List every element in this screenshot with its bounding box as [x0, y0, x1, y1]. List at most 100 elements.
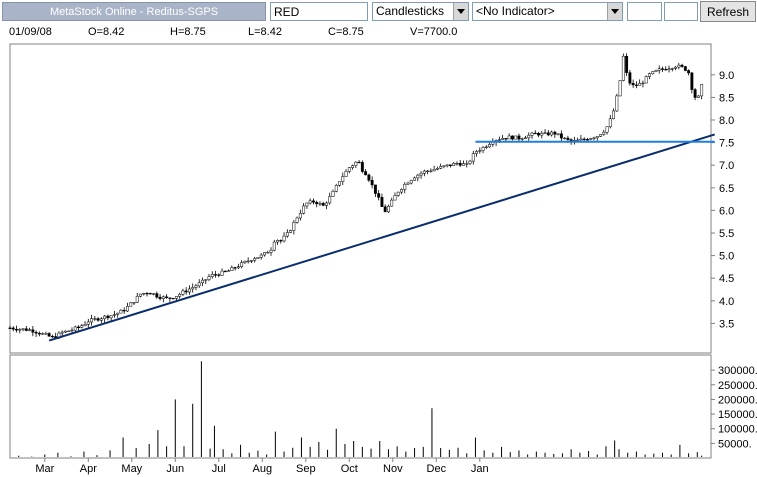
candle-body	[161, 296, 165, 299]
candle-body	[15, 328, 18, 331]
candle-body	[387, 205, 390, 213]
candle-body	[576, 139, 580, 142]
price-tick-label: 5.5	[719, 228, 734, 240]
candle-body	[28, 329, 32, 331]
candle-body	[595, 136, 599, 139]
candle-body	[426, 170, 430, 173]
candle-body	[696, 95, 700, 98]
candle-body	[680, 64, 684, 67]
price-chart: 3.5 4.0 4.5 5.0 5.5 6.0 6.5 7.0 7.5 8.0 8.5 9.0 500…	[8, 43, 757, 475]
candle-body	[648, 73, 651, 77]
candle-body	[638, 83, 642, 86]
candle-body	[338, 181, 341, 186]
price-tick-label: 4.0	[719, 296, 734, 308]
month-label: Mar	[35, 463, 54, 475]
candle-body	[442, 165, 446, 167]
candle-body	[256, 257, 260, 259]
candle-body	[537, 132, 540, 136]
candle-body	[429, 170, 433, 172]
candle-body	[11, 327, 15, 330]
candle-body	[690, 72, 694, 90]
candle-body	[194, 285, 198, 288]
candle-body	[119, 309, 123, 314]
candle-body	[566, 137, 570, 140]
candle-body	[129, 302, 133, 307]
candle-body	[152, 293, 156, 295]
candle-body	[168, 297, 172, 299]
candle-body	[302, 205, 306, 214]
candle-body	[517, 135, 521, 140]
candle-body	[501, 138, 505, 140]
candle-body	[700, 84, 704, 97]
price-tick-label: 5.0	[719, 251, 734, 263]
candle-body	[654, 70, 658, 72]
candle-body	[373, 184, 377, 194]
candle-body	[403, 184, 407, 190]
candle-body	[553, 131, 557, 135]
volume-panel: 50000. 100000. 150000. 200000. 250000. 300000…	[9, 354, 757, 459]
candle-body	[103, 315, 107, 320]
candle-body	[50, 335, 54, 338]
candle-body	[158, 296, 162, 299]
candle-body	[390, 199, 394, 207]
candle-body	[116, 312, 120, 315]
candle-body	[634, 84, 638, 86]
candle-body	[641, 82, 645, 85]
price-tick-label: 7.0	[719, 160, 734, 172]
candle-body	[155, 293, 159, 298]
candle-body	[608, 118, 612, 127]
candle-body	[165, 296, 169, 299]
volume-tick-label: 100000.	[718, 424, 757, 436]
candle-body	[455, 162, 459, 165]
candle-body	[540, 132, 544, 136]
candle-body	[432, 169, 436, 172]
volume-tick-label: 300000.	[718, 365, 757, 377]
candle-body	[174, 296, 178, 299]
candle-body	[305, 202, 309, 207]
candle-body	[64, 330, 67, 333]
candle-body	[527, 135, 531, 139]
candle-body	[60, 331, 64, 334]
candle-body	[41, 333, 45, 335]
candle-body	[233, 267, 237, 269]
candle-body	[18, 329, 22, 331]
candle-body	[550, 131, 554, 136]
candle-body	[191, 287, 195, 290]
candle-body	[259, 254, 263, 258]
candle-body	[344, 171, 348, 177]
candle-body	[468, 160, 472, 164]
candle-body	[341, 176, 345, 182]
candle-body	[380, 197, 384, 208]
candle-body	[674, 66, 677, 69]
candle-body	[416, 174, 420, 179]
candle-body	[364, 171, 368, 176]
candle-body	[210, 274, 214, 277]
candle-body	[236, 266, 240, 269]
candle-body	[396, 191, 400, 196]
candle-body	[249, 260, 253, 262]
candle-body	[592, 137, 596, 139]
candle-body	[132, 302, 136, 304]
candle-body	[628, 72, 632, 84]
candle-body	[272, 241, 276, 251]
volume-tick-label: 50000.	[718, 438, 752, 450]
candle-body	[44, 333, 48, 335]
month-label: Aug	[253, 463, 273, 475]
candle-body	[504, 138, 508, 140]
candle-body	[462, 163, 465, 166]
month-label: May	[121, 463, 142, 475]
candle-body	[253, 258, 257, 261]
candle-body	[31, 329, 35, 333]
candle-body	[383, 206, 387, 213]
candle-body	[370, 179, 374, 186]
price-panel: 3.5 4.0 4.5 5.0 5.5 6.0 6.5 7.0 7.5 8.0 8.5 9.0	[8, 43, 734, 354]
candle-body	[21, 328, 25, 330]
candle-body	[546, 132, 550, 136]
candle-body	[667, 68, 671, 71]
candle-body	[24, 328, 28, 331]
price-tick-label: 3.5	[719, 318, 734, 330]
candle-body	[471, 153, 475, 162]
month-label: Jun	[166, 463, 184, 475]
candle-body	[621, 55, 625, 81]
month-label: Apr	[80, 463, 97, 475]
